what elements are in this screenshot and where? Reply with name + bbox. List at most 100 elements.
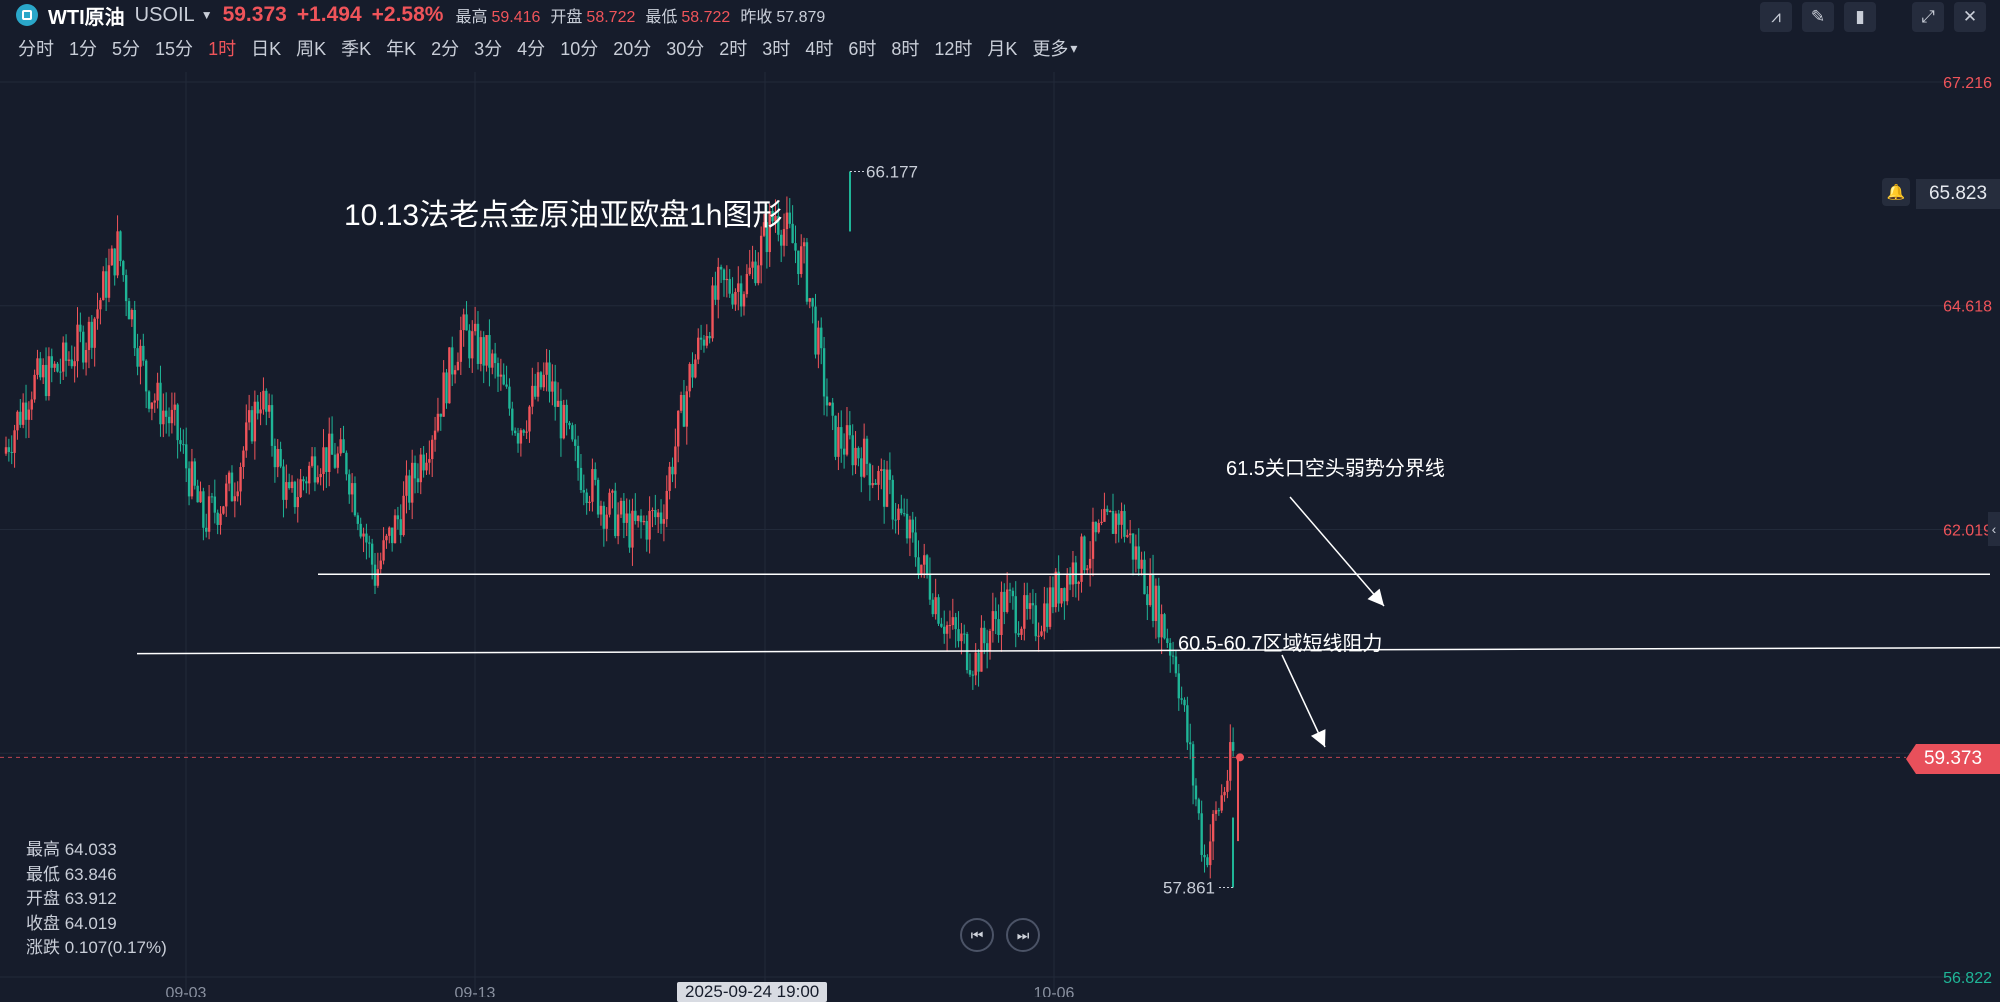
candle-body [822,348,826,397]
annotation-arrow-1 [1289,496,1385,607]
candle-body [591,469,594,502]
candle-body [256,401,259,414]
collapse-panel-icon[interactable]: ‹ [1988,512,2000,546]
candle-body [476,323,480,364]
candle-body [1060,588,1063,604]
candle-body [862,438,866,477]
candle-body [968,670,972,675]
candle-body [1206,857,1209,866]
bell-icon[interactable]: 🔔 [1882,178,1910,206]
candle-body [963,633,966,635]
candle-body [594,469,597,480]
candle-body [608,492,611,515]
ohlc-change: 涨跌 0.107(0.17%) [26,938,167,957]
candle-body [159,382,162,425]
candle-body [1046,603,1049,627]
candle-body [731,293,734,305]
candle-body [934,597,937,615]
candle-body [1151,573,1155,621]
candle-body [748,267,751,275]
candle-body [988,630,992,651]
candle-body [319,473,322,478]
candle-body [76,324,79,362]
candle-body [931,599,934,615]
candle-body [1231,742,1235,751]
candle-body [413,462,417,479]
candle-body [473,323,477,332]
candle-body [828,402,832,406]
candle-body [1043,603,1046,632]
candle-body [508,386,511,409]
candle-body [19,411,22,425]
candle-body [41,364,45,378]
candle-body [373,564,377,586]
candle-body [390,527,394,544]
candle-body [788,212,791,224]
candle-body [905,513,909,539]
candle-body [888,469,892,480]
jump-start-icon[interactable]: ⏮ [960,918,994,952]
candle-body [16,411,19,431]
candle-body [1117,513,1120,525]
candle-body [928,573,932,600]
candle-body [582,490,586,493]
candle-body [442,372,445,417]
candle-body [1180,698,1183,700]
candle-body [837,427,840,457]
candle-body [451,347,454,375]
candle-body [737,283,740,292]
candle-body [977,652,980,672]
candle-body [368,542,371,544]
candle-body [330,433,334,455]
candle-body [551,381,554,392]
candle-body [333,454,337,468]
candle-body [980,627,983,672]
candle-body [745,274,749,295]
candle-body [1131,533,1135,560]
candle-body [233,496,237,502]
candle-body [1166,638,1169,644]
candle-body [170,409,174,424]
candle-body [1140,559,1143,569]
candle-body [1143,559,1146,595]
candle-body [1057,571,1060,604]
candle-body [299,479,302,498]
candle-body [1034,605,1037,637]
candle-body [222,506,225,514]
candle-body [636,515,640,522]
candle-body [1134,546,1138,560]
candle-body [542,374,545,388]
candle-body [548,362,551,392]
candle-body [631,510,634,548]
candle-body [513,430,517,434]
candle-body [599,505,603,515]
candle-body [445,372,448,404]
candle-body [465,314,468,331]
candle-body [616,514,620,537]
alarm-price-tag[interactable]: 65.823 [1916,179,2000,209]
candle-body [499,374,503,377]
candle-body [276,449,279,468]
candle-body [459,330,463,362]
candle-body [73,361,76,367]
candle-body [574,439,577,446]
candle-body [488,335,491,368]
candle-body [945,625,949,634]
candle-body [628,513,631,548]
candle-body [202,491,205,528]
candle-body [1171,655,1175,657]
candle-body [677,410,680,447]
candle-body [908,519,912,539]
jump-end-icon[interactable]: ⏭ [1006,918,1040,952]
candle-body [1154,585,1158,621]
candle-body [802,242,806,247]
candle-body [179,440,182,445]
candle-body [153,400,156,403]
candle-body [759,235,763,266]
candle-body [702,339,706,346]
candle-body [305,481,308,484]
candle-body [674,446,677,475]
candle-body [619,500,623,515]
candlestick-chart[interactable]: 67.21664.61862.01959.42056.82209-0309-13… [0,0,2000,997]
candle-body [556,400,560,407]
